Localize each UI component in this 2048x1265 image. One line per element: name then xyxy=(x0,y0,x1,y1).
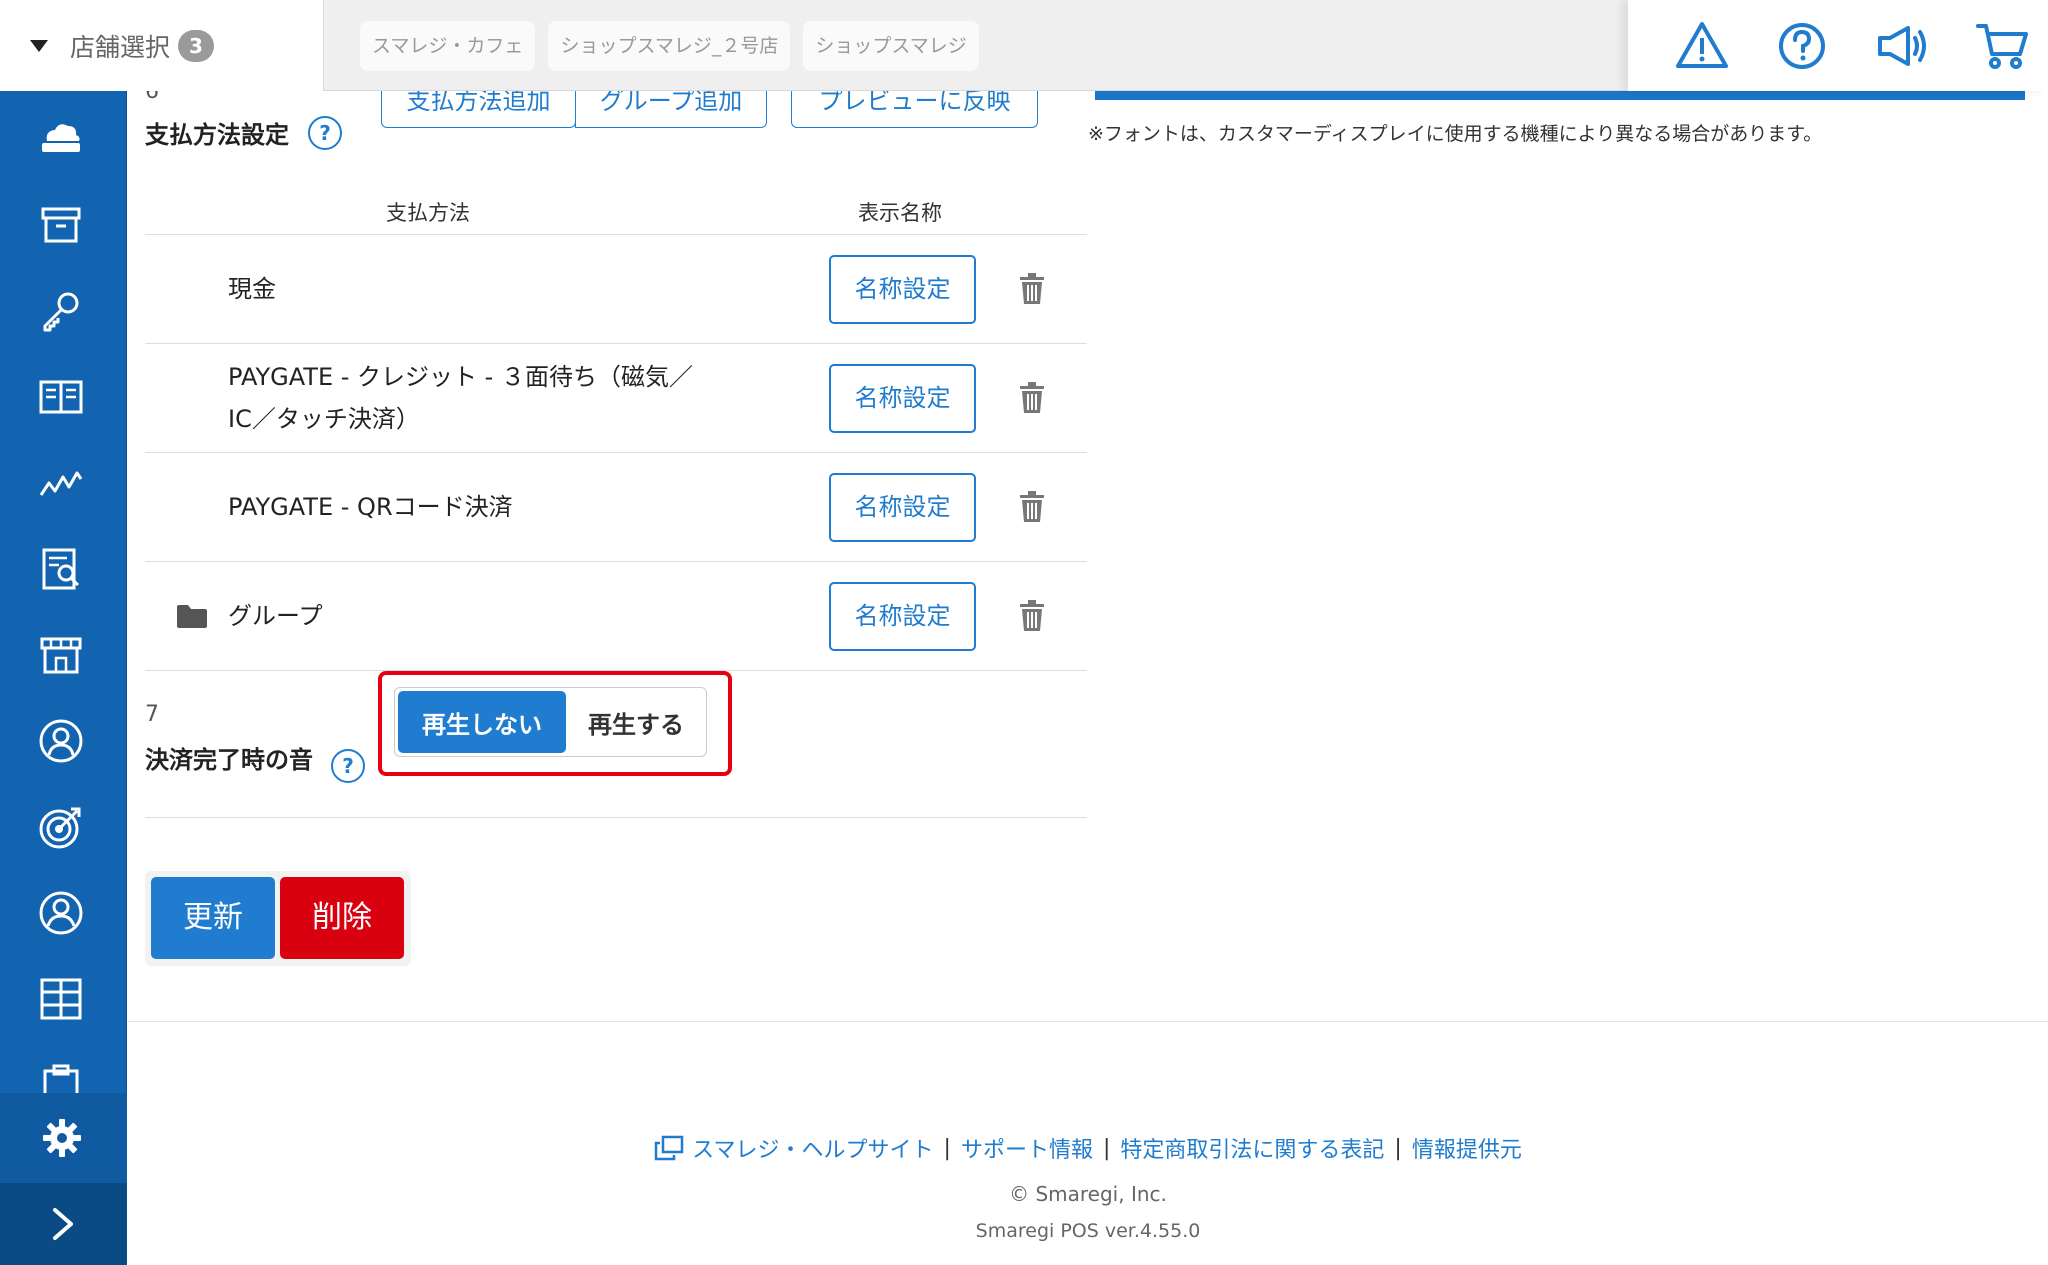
store-icon[interactable] xyxy=(37,631,85,679)
sidebar-expand-button[interactable] xyxy=(0,1183,127,1265)
folder-icon xyxy=(177,605,207,628)
caret-down-icon xyxy=(30,39,48,52)
commercial-law-link[interactable]: 特定商取引法に関する表記 xyxy=(1120,1132,1384,1164)
megaphone-icon[interactable] xyxy=(1874,18,1930,74)
store-tab-cafe[interactable]: スマレジ・カフェ xyxy=(360,21,536,71)
table-row: グループ 名称設定 xyxy=(145,562,1087,671)
delete-button[interactable]: 削除 xyxy=(280,877,404,959)
store-tab-shop[interactable]: ショップスマレジ xyxy=(803,21,979,71)
link-separator: | xyxy=(1394,1135,1402,1161)
section-6-title: 支払方法設定 xyxy=(145,121,289,149)
version: Smaregi POS ver.4.55.0 xyxy=(975,1220,1201,1242)
customer-icon[interactable] xyxy=(37,717,85,765)
option-no-sound[interactable]: 再生しない xyxy=(398,691,566,753)
font-note: ※フォントは、カスタマーディスプレイに使用する機種により異なる場合があります。 xyxy=(1088,123,1823,145)
section-7-title: 決済完了時の音 xyxy=(145,746,313,774)
payment-method-name: PAYGATE - クレジット - ３面待ち（磁気／ xyxy=(228,363,693,391)
store-tab-shop-2[interactable]: ショップスマレジ_２号店 xyxy=(548,21,791,71)
section-7-help-icon[interactable]: ? xyxy=(331,749,365,783)
header-display-name: 表示名称 xyxy=(858,201,942,225)
footer-links: スマレジ・ヘルプサイト | サポート情報 | 特定商取引法に関する表記 | 情報… xyxy=(128,1132,2048,1164)
group-name: グループ xyxy=(228,602,323,630)
add-group-button[interactable]: グループ追加 xyxy=(575,91,767,128)
rename-button[interactable]: 名称設定 xyxy=(829,255,976,324)
header-payment-method: 支払方法 xyxy=(386,201,470,225)
support-info-link[interactable]: サポート情報 xyxy=(961,1132,1093,1164)
trash-icon[interactable] xyxy=(1018,382,1046,414)
apply-preview-button[interactable]: プレビューに反映 xyxy=(791,91,1038,128)
grid-icon[interactable] xyxy=(37,975,85,1023)
payment-sound-toggle: 再生しない 再生する xyxy=(394,687,707,757)
add-payment-method-button[interactable]: 支払方法追加 xyxy=(381,91,576,128)
sidebar-settings[interactable] xyxy=(0,1093,127,1183)
top-bar: 店舗選択 3 スマレジ・カフェ ショップスマレジ_２号店 ショップスマレジ xyxy=(0,0,2048,91)
update-button[interactable]: 更新 xyxy=(151,877,275,959)
trash-icon[interactable] xyxy=(1018,273,1046,305)
gear-icon[interactable] xyxy=(41,1117,83,1159)
table-row: 現金 名称設定 xyxy=(145,235,1087,344)
chevron-right-icon xyxy=(53,1208,73,1240)
store-tabs: スマレジ・カフェ ショップスマレジ_２号店 ショップスマレジ xyxy=(360,21,979,71)
external-link-icon xyxy=(654,1135,684,1161)
footer: スマレジ・ヘルプサイト | サポート情報 | 特定商取引法に関する表記 | 情報… xyxy=(128,1021,2048,1265)
preview-bar xyxy=(1095,91,2025,100)
trash-icon[interactable] xyxy=(1018,491,1046,523)
option-play-sound[interactable]: 再生する xyxy=(566,688,706,756)
table-row: PAYGATE - クレジット - ３面待ち（磁気／ IC／タッチ決済） 名称設… xyxy=(145,344,1087,453)
warning-icon[interactable] xyxy=(1674,18,1730,74)
trash-icon[interactable] xyxy=(1018,600,1046,632)
top-icon-group xyxy=(1628,0,2048,91)
payment-method-name: PAYGATE - QRコード決済 xyxy=(228,493,513,521)
info-provider-link[interactable]: 情報提供元 xyxy=(1412,1132,1522,1164)
help-icon[interactable] xyxy=(1774,18,1830,74)
section-7-number: 7 xyxy=(145,702,159,727)
sidebar xyxy=(0,91,127,1265)
action-buttons: 更新 削除 xyxy=(145,871,411,966)
copyright: © Smaregi, Inc. xyxy=(1009,1182,1167,1206)
table-row: PAYGATE - QRコード決済 名称設定 xyxy=(145,453,1087,562)
book-icon[interactable] xyxy=(37,373,85,421)
archive-box-icon[interactable] xyxy=(37,201,85,249)
analytics-icon[interactable] xyxy=(37,459,85,507)
report-icon[interactable] xyxy=(37,545,85,593)
cart-icon[interactable] xyxy=(1974,18,2030,74)
help-site-link[interactable]: スマレジ・ヘルプサイト xyxy=(692,1132,933,1164)
rename-button[interactable]: 名称設定 xyxy=(829,364,976,433)
target-icon[interactable] xyxy=(37,803,85,851)
link-separator: | xyxy=(943,1135,951,1161)
link-separator: | xyxy=(1102,1135,1111,1161)
cloud-register-icon[interactable] xyxy=(37,115,85,163)
store-select-label: 店舗選択 xyxy=(70,32,171,62)
payment-sound-section: 7 決済完了時の音 ? 再生しない 再生する xyxy=(145,661,1087,818)
table-header: 支払方法 表示名称 xyxy=(145,187,1087,235)
section-6-help-icon[interactable]: ? xyxy=(308,116,342,150)
payment-method-name-line2: IC／タッチ決済） xyxy=(228,405,420,433)
store-count-badge: 3 xyxy=(178,29,215,62)
payment-method-name: 現金 xyxy=(228,275,276,303)
rename-button[interactable]: 名称設定 xyxy=(829,473,976,542)
rename-button[interactable]: 名称設定 xyxy=(829,582,976,651)
user-icon[interactable] xyxy=(37,889,85,937)
key-icon[interactable] xyxy=(37,287,85,335)
payment-method-table: 支払方法 表示名称 現金 名称設定 PAYGATE - クレジット - ３面待ち… xyxy=(145,187,1087,671)
store-select-dropdown[interactable]: 店舗選択 3 xyxy=(0,0,324,91)
